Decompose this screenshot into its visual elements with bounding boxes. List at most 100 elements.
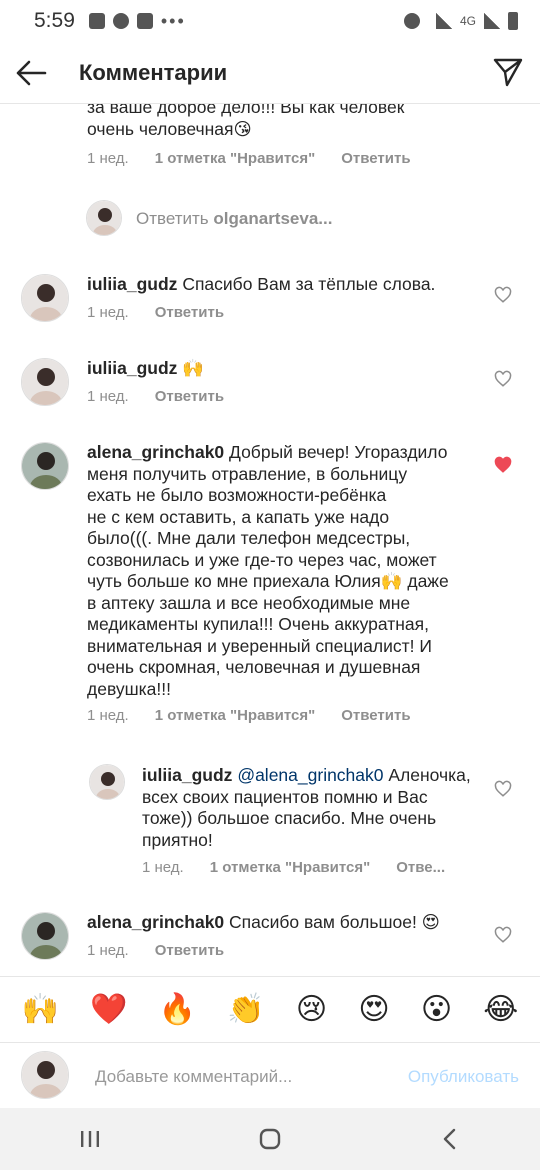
recent-apps-icon [81, 1131, 99, 1147]
reply-prompt-text: Ответить olganartseva... [136, 209, 332, 229]
comment-line: медикаменты купила!!! Очень аккуратная, [87, 614, 430, 634]
comment-body: Аленочка, [383, 765, 471, 785]
back-arrow-icon[interactable] [14, 56, 48, 90]
comment-line: в аптеку зашла и все необходимые мне [87, 592, 411, 613]
comment-time: 1 нед. [87, 942, 129, 959]
comment-username[interactable]: alena_grinchak0 [87, 442, 224, 462]
red-heart-emoji-button[interactable]: ❤️ [90, 993, 127, 1027]
comment-username[interactable]: iuliia_gudz [142, 765, 232, 785]
like-heart-icon[interactable] [494, 780, 512, 798]
fire-emoji-button[interactable]: 🔥 [159, 993, 196, 1027]
avatar-photo-icon [22, 1052, 68, 1098]
comment-username[interactable]: iuliia_gudz [87, 274, 177, 294]
network-type-label: 4G [459, 14, 476, 28]
comment-meta: 1 нед. 1 отметка "Нравится" Отве... [142, 859, 471, 876]
like-heart-icon[interactable] [494, 926, 512, 944]
direct-send-icon[interactable] [492, 56, 524, 88]
reply-button[interactable]: Ответить [155, 304, 224, 321]
comment-text: iuliia_gudz Спасибо Вам за тёплые слова. [87, 274, 435, 296]
comment-time: 1 нед. [87, 150, 129, 167]
clapping-hands-emoji-button[interactable]: 👏 [227, 993, 264, 1027]
reply-button[interactable]: Ответить [341, 707, 410, 724]
comment-time: 1 нед. [142, 859, 184, 876]
battery-icon [508, 12, 518, 30]
system-nav-bar [0, 1108, 540, 1170]
comment-line: всех своих пациентов помню и Вас [142, 786, 428, 807]
avatar[interactable] [21, 274, 69, 322]
comment-body: Добрый вечер! Угораздило [229, 442, 448, 462]
comments-list[interactable]: за ваше доброе дело!!! Вы как человек оч… [0, 104, 540, 976]
comment-line: созвонилась и уже где-то через час, може… [87, 549, 437, 570]
liked-heart-icon[interactable] [494, 456, 512, 474]
comment-line: внимательная и уверенный специалист! И [87, 635, 432, 656]
comment-time: 1 нед. [87, 388, 129, 405]
status-time: 5:59 [34, 9, 75, 32]
comment-line: не с кем оставить, а капать уже надо [87, 506, 390, 527]
comment-text: за ваше доброе дело!!! Вы как человек оч… [87, 104, 404, 140]
publish-button[interactable]: Опубликовать [408, 1067, 519, 1087]
comment-composer: Добавьте комментарий... Опубликовать [0, 1042, 540, 1108]
comment-line: было(((. Мне дали телефон медсестры, [87, 528, 411, 548]
raising-hands-emoji-button[interactable]: 🙌 [22, 993, 59, 1027]
weather-icon [136, 13, 153, 29]
comment-time: 1 нед. [87, 304, 129, 321]
likes-count-link[interactable]: 1 отметка "Нравится" [155, 150, 316, 167]
comment-line: alena_grinchak0 Добрый вечер! Угораздило [87, 442, 449, 464]
avatar[interactable] [21, 358, 69, 406]
avatar[interactable] [21, 442, 69, 490]
tears-of-joy-emoji-button[interactable]: 😂 [483, 993, 518, 1027]
top-bar: Комментарии [0, 42, 540, 104]
comment-line: за ваше доброе дело!!! Вы как человек [87, 104, 405, 117]
avatar-photo-icon [22, 913, 68, 959]
avatar [86, 200, 122, 236]
status-right: 4G [403, 12, 518, 30]
likes-count-link[interactable]: 1 отметка "Нравится" [210, 859, 371, 876]
comment-body: Спасибо вам большое! 😍 [229, 912, 440, 932]
reply-button[interactable]: Ответить [155, 942, 224, 959]
comment-line: девушка!!! [87, 678, 172, 699]
comment-line: меня получить отравление, в больницу [87, 463, 408, 484]
comment-meta: 1 нед. 1 отметка "Нравится" Ответить [87, 150, 437, 167]
home-button[interactable] [250, 1119, 290, 1159]
reply-button[interactable]: Ответить [155, 388, 224, 405]
whatsapp-icon [112, 13, 129, 29]
comment-text: alena_grinchak0 Спасибо вам большое! 😍 [87, 912, 440, 934]
comment-meta: 1 нед. Ответить [87, 388, 250, 405]
crying-face-emoji-button[interactable]: 😢 [296, 993, 327, 1027]
comment-input[interactable]: Добавьте комментарий... [95, 1067, 292, 1087]
comment-username[interactable]: alena_grinchak0 [87, 912, 224, 932]
reply-button[interactable]: Отве... [396, 859, 445, 876]
comment-line: iuliia_gudz @alena_grinchak0 Аленочка, [142, 765, 471, 787]
comment-line: очень человечная😘 [87, 118, 252, 139]
like-heart-icon[interactable] [494, 370, 512, 388]
comment-username[interactable]: iuliia_gudz [87, 358, 177, 378]
reply-prompt-label: Ответить [136, 209, 209, 228]
avatar[interactable] [21, 912, 69, 960]
home-icon [259, 1128, 281, 1150]
avatar[interactable] [89, 764, 125, 800]
comment-line: чуть больше ко мне приехала Юлия🙌 даже [87, 571, 449, 591]
likes-count-link[interactable]: 1 отметка "Нравится" [155, 707, 316, 724]
comment-text: iuliia_gudz @alena_grinchak0 Аленочка, в… [142, 765, 471, 851]
avatar-photo-icon [22, 275, 68, 321]
recent-apps-button[interactable] [70, 1119, 110, 1159]
like-heart-icon[interactable] [494, 286, 512, 304]
comment-meta: 1 нед. Ответить [87, 942, 250, 959]
signal-icon [435, 13, 452, 29]
comment-line: приятно! [142, 829, 213, 850]
reply-button[interactable]: Ответить [341, 150, 410, 167]
comment-line: очень скромная, человечная и душевная [87, 657, 421, 677]
system-back-button[interactable] [430, 1119, 470, 1159]
avatar-photo-icon [22, 443, 68, 489]
own-avatar [21, 1051, 69, 1099]
chevron-left-icon [443, 1128, 456, 1150]
heart-eyes-emoji-button[interactable]: 😍 [358, 993, 389, 1027]
comment-body: Спасибо Вам за тёплые слова. [182, 274, 436, 294]
emoji-quick-bar: 🙌 ❤️ 🔥 👏 😢 😍 😮 😂 [0, 976, 540, 1042]
avatar-photo-icon [87, 201, 121, 235]
mention-link[interactable]: @alena_grinchak0 [237, 765, 383, 785]
comment-text: alena_grinchak0 Добрый вечер! Угораздило… [87, 442, 449, 700]
surprised-face-emoji-button[interactable]: 😮 [421, 993, 452, 1027]
comment-meta: 1 нед. Ответить [87, 304, 250, 321]
comment-time: 1 нед. [87, 707, 129, 724]
